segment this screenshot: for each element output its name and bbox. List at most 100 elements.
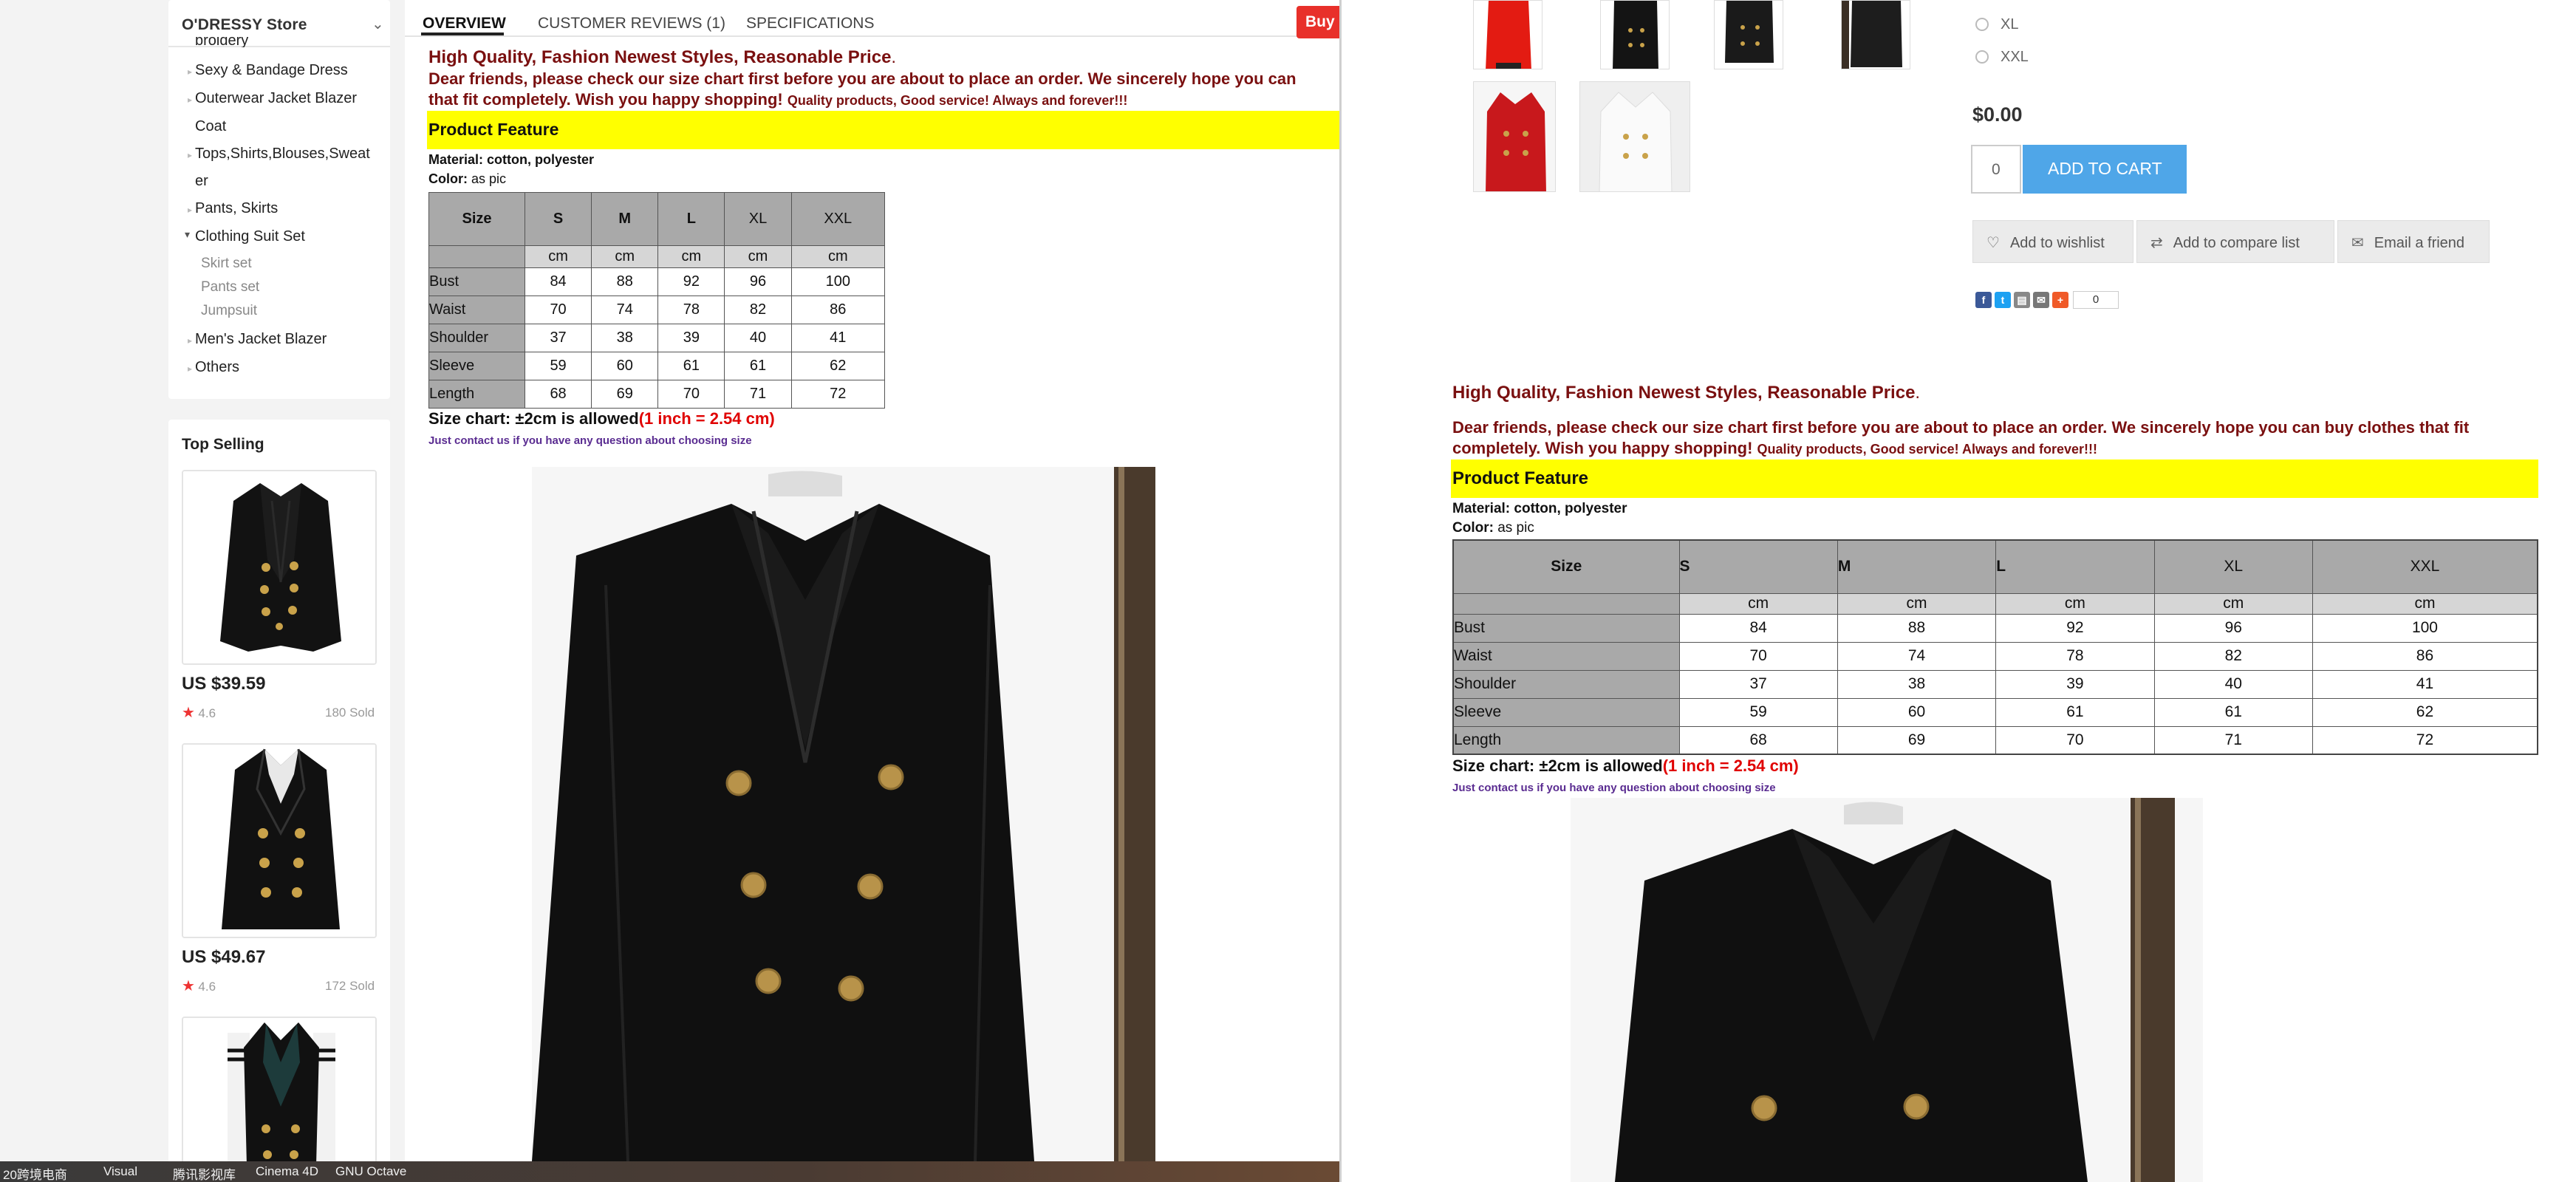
email-share-icon[interactable]: ✉ [2033, 292, 2049, 308]
table-cell: 84 [1678, 613, 1838, 643]
sidebar-item-outerwear-cont[interactable]: Coat [195, 118, 226, 135]
product-thumbnail[interactable] [1714, 0, 1783, 69]
taskbar-item[interactable]: Visual [103, 1164, 137, 1179]
table-cell: 70 [1995, 725, 2155, 755]
product-sold-count: 172 Sold [325, 979, 375, 993]
table-cell: 61 [724, 352, 792, 380]
product-thumbnail[interactable] [1600, 0, 1670, 69]
table-cell: 41 [790, 324, 886, 352]
taskbar-item[interactable]: 腾讯影视库 [173, 1164, 236, 1182]
print-share-icon[interactable]: ▤ [2014, 292, 2030, 308]
row-label: Length [428, 380, 525, 409]
sidebar-item-sexy-bandage-dress[interactable]: Sexy & Bandage Dress [195, 62, 348, 79]
size-header: XL [2153, 539, 2313, 594]
size-header: S [524, 192, 592, 246]
product-photo [532, 467, 1155, 1161]
tab-overview[interactable]: OVERVIEW [423, 15, 506, 33]
size-notice-line-2: that fit completely. Wish you happy shop… [428, 90, 1128, 109]
size-header: XXL [790, 192, 886, 246]
table-row: Shoulder 37 38 39 40 41 [428, 324, 886, 352]
size-notice-line-1: Dear friends, please check our size char… [1452, 418, 2470, 437]
sidebar-subitem-skirt-set[interactable]: Skirt set [201, 256, 252, 272]
email-friend-button[interactable]: ✉ Email a friend [2337, 220, 2490, 263]
size-chart-table: Size S M L XL XXL cm cm cm cm cm Bust 84 8… [1452, 539, 2538, 755]
product-thumbnail[interactable] [1473, 0, 1542, 69]
sidebar-item-pants-skirts[interactable]: Pants, Skirts [195, 200, 278, 217]
sidebar-subitem-pants-set[interactable]: Pants set [201, 279, 259, 296]
bullet-icon: ▸ [188, 150, 193, 160]
table-cell: 96 [2153, 613, 2313, 643]
taskbar-item[interactable]: Cinema 4D [256, 1164, 318, 1179]
quantity-input[interactable]: 0 [1971, 145, 2021, 194]
table-row: Sleeve 59 60 61 61 62 [1452, 697, 2538, 727]
size-notice-line-2: completely. Wish you happy shopping! Qua… [1452, 439, 2097, 457]
product-price: US $49.67 [182, 947, 266, 967]
unit-cell: cm [524, 245, 592, 268]
table-cell: 86 [2312, 641, 2538, 671]
quality-headline: High Quality, Fashion Newest Styles, Rea… [428, 47, 897, 67]
sidebar-subitem-jumpsuit[interactable]: Jumpsuit [201, 303, 257, 319]
bullet-icon: ▸ [188, 205, 193, 215]
size-header: Size [1452, 539, 1680, 594]
screen: O'DRESSY Store ⌄ broidery ▸ Sexy & Banda… [0, 0, 2576, 1182]
add-to-compare-button[interactable]: ⇄ Add to compare list [2136, 220, 2334, 263]
facebook-share-icon[interactable]: f [1975, 292, 1992, 308]
table-row: Waist 70 74 78 82 86 [428, 296, 886, 324]
top-selling-product-image[interactable] [182, 470, 377, 665]
product-thumbnail[interactable] [1579, 81, 1690, 192]
product-thumbnail[interactable] [1841, 0, 1910, 69]
row-label: Bust [428, 267, 525, 296]
table-cell: 72 [790, 380, 886, 409]
top-selling-product-image[interactable] [182, 743, 377, 938]
color-line: Color: as pic [1452, 520, 1534, 536]
expand-icon[interactable]: ▾ [185, 228, 190, 241]
tab-specifications[interactable]: SPECIFICATIONS [746, 15, 874, 33]
table-cell: 37 [1678, 669, 1838, 699]
table-cell: 100 [2312, 613, 2538, 643]
table-cell: 69 [1837, 725, 1997, 755]
add-to-cart-button[interactable]: ADD TO CART [2023, 145, 2187, 194]
table-cell: 72 [2312, 725, 2538, 755]
sidebar-item-embroidery[interactable]: broidery [195, 37, 248, 47]
taskbar-item[interactable]: GNU Octave [335, 1164, 406, 1179]
row-label: Shoulder [1452, 669, 1680, 699]
table-cell: 74 [1837, 641, 1997, 671]
material-line: Material: cotton, polyester [428, 152, 595, 167]
table-cell: 70 [1678, 641, 1838, 671]
unit-cell [428, 245, 525, 268]
sidebar-item-mens-jacket[interactable]: Men's Jacket Blazer [195, 331, 327, 348]
size-header: M [1837, 539, 1997, 594]
sidebar-item-tops-cont[interactable]: er [195, 173, 208, 190]
sidebar-item-tops[interactable]: Tops,Shirts,Blouses,Sweat [195, 146, 370, 163]
top-selling-product-image[interactable] [182, 1017, 377, 1164]
table-cell: 70 [524, 296, 592, 324]
tab-customer-reviews[interactable]: CUSTOMER REVIEWS (1) [538, 15, 725, 33]
unit-cell: cm [657, 245, 725, 268]
twitter-share-icon[interactable]: t [1995, 292, 2011, 308]
size-header: M [591, 192, 659, 246]
top-selling-title: Top Selling [182, 436, 264, 453]
product-rating: ★ 4.6 [182, 978, 216, 994]
size-radio-xl[interactable] [1975, 18, 1989, 31]
sidebar-item-clothing-suit-set[interactable]: Clothing Suit Set [195, 228, 305, 245]
product-thumbnail[interactable] [1473, 81, 1556, 192]
table-cell: 68 [524, 380, 592, 409]
star-icon: ★ [182, 705, 195, 721]
table-cell: 71 [2153, 725, 2313, 755]
taskbar-item[interactable]: 20跨境电商 [3, 1164, 67, 1182]
sidebar-item-outerwear[interactable]: Outerwear Jacket Blazer [195, 90, 357, 107]
table-cell: 62 [790, 352, 886, 380]
table-cell: 70 [657, 380, 725, 409]
buy-button[interactable]: Buy [1296, 6, 1339, 38]
size-label: XXL [2001, 49, 2029, 65]
chevron-down-icon[interactable]: ⌄ [372, 15, 384, 33]
sidebar-item-others[interactable]: Others [195, 359, 239, 376]
size-radio-xxl[interactable] [1975, 50, 1989, 64]
store-selector[interactable]: O'DRESSY Store [182, 16, 307, 34]
size-header: L [1995, 539, 2155, 594]
bullet-icon: ▸ [188, 95, 193, 105]
bullet-icon: ▸ [188, 363, 193, 374]
add-to-wishlist-button[interactable]: ♡ Add to wishlist [1972, 220, 2133, 263]
more-share-icon[interactable]: + [2052, 292, 2068, 308]
size-chart-note: Size chart: ±2cm is allowed(1 inch = 2.5… [428, 409, 775, 428]
